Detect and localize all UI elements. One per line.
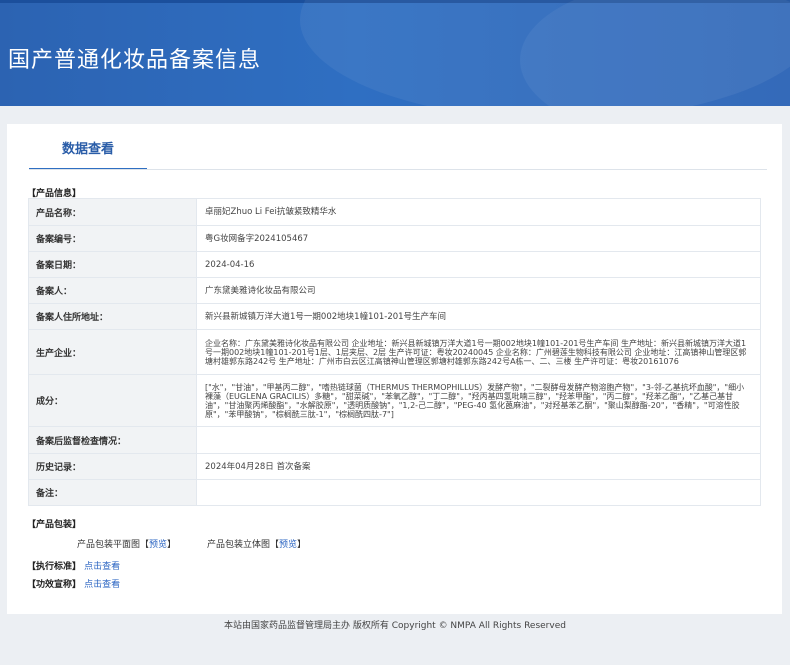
row-label: 备案人住所地址： (28, 303, 197, 330)
table-row: 备案编号： 粤G妆网备字2024105467 (28, 225, 761, 252)
packaging-flat-label: 产品包装平面图 (77, 540, 141, 550)
page-footer: 本站由国家药品监督管理局主办 版权所有 Copyright © NMPA All… (224, 621, 566, 631)
row-label: 备案人： (28, 277, 197, 304)
page-banner: 国产普通化妆品备案信息 (0, 0, 790, 106)
packaging-solid-label: 产品包装立体图 (206, 540, 270, 550)
table-row: 备注： (28, 479, 761, 506)
packaging-row: 产品包装平面图【预览】 产品包装立体图【预览】 (77, 537, 334, 550)
table-row: 历史记录： 2024年04月28日 首次备案 (28, 453, 761, 480)
row-label: 成分： (28, 374, 197, 427)
tab-divider (29, 169, 767, 170)
bracket-close: 】 (296, 540, 306, 550)
efficacy-view-link[interactable]: 点击查看 (84, 580, 120, 590)
row-label: 备案编号： (28, 225, 197, 252)
row-value: 新兴县新城镇万洋大道1号一期002地块1幢101-201号生产车间 (196, 303, 761, 330)
row-label: 备案日期： (28, 251, 197, 278)
table-row: 备案后监督检查情况： (28, 426, 761, 454)
tab-bar: 数据查看 (29, 124, 779, 170)
row-value: 企业名称：广东黛美雅诗化妆品有限公司 企业地址：新兴县新城镇万洋大道1号一期00… (196, 329, 761, 375)
packaging-flat: 产品包装平面图【预览】 (77, 540, 179, 550)
table-row: 备案人： 广东黛美雅诗化妆品有限公司 (28, 277, 761, 304)
standard-view-link[interactable]: 点击查看 (84, 562, 120, 572)
banner-decoration (520, 0, 790, 106)
row-label: 生产企业： (28, 329, 197, 375)
content-card: 数据查看 【产品信息】 产品名称： 卓丽妃Zhuo Li Fei抗皱紧致精华水 … (7, 124, 782, 614)
section-title-standard: 【执行标准】 (27, 562, 82, 572)
bracket-open: 【 (140, 540, 150, 550)
product-info-table: 产品名称： 卓丽妃Zhuo Li Fei抗皱紧致精华水 备案编号： 粤G妆网备字… (28, 198, 761, 506)
bracket-close: 】 (167, 540, 177, 550)
section-standard: 【执行标准】 点击查看 (27, 559, 120, 572)
table-row: 生产企业： 企业名称：广东黛美雅诗化妆品有限公司 企业地址：新兴县新城镇万洋大道… (28, 329, 761, 375)
row-value: 2024-04-16 (196, 251, 761, 278)
table-row: 产品名称： 卓丽妃Zhuo Li Fei抗皱紧致精华水 (28, 198, 761, 226)
row-label: 备案后监督检查情况： (28, 426, 197, 454)
section-title-efficacy: 【功效宣称】 (27, 580, 82, 590)
tab-data-view[interactable]: 数据查看 (29, 138, 147, 170)
section-efficacy: 【功效宣称】 点击查看 (27, 577, 120, 590)
packaging-flat-preview-link[interactable]: 预览 (149, 540, 167, 550)
row-value: 2024年04月28日 首次备案 (196, 453, 761, 480)
row-value: ["水"，"甘油"，"甲基丙二醇"，"嗜热链球菌（THERMUS THERMOP… (196, 374, 761, 427)
row-label: 历史记录： (28, 453, 197, 480)
packaging-solid-preview-link[interactable]: 预览 (279, 540, 297, 550)
row-value: 卓丽妃Zhuo Li Fei抗皱紧致精华水 (196, 198, 761, 226)
row-label: 产品名称： (28, 198, 197, 226)
packaging-solid: 产品包装立体图【预览】 (207, 540, 306, 550)
table-row: 备案人住所地址： 新兴县新城镇万洋大道1号一期002地块1幢101-201号生产… (28, 303, 761, 330)
row-value (196, 426, 761, 454)
page-title: 国产普通化妆品备案信息 (8, 48, 262, 73)
table-row: 备案日期： 2024-04-16 (28, 251, 761, 278)
section-title-packaging: 【产品包装】 (27, 520, 82, 530)
row-value: 广东黛美雅诗化妆品有限公司 (196, 277, 761, 304)
table-row: 成分： ["水"，"甘油"，"甲基丙二醇"，"嗜热链球菌（THERMUS THE… (28, 374, 761, 427)
row-label: 备注： (28, 479, 197, 506)
bracket-open: 【 (269, 540, 279, 550)
row-value (196, 479, 761, 506)
row-value: 粤G妆网备字2024105467 (196, 225, 761, 252)
